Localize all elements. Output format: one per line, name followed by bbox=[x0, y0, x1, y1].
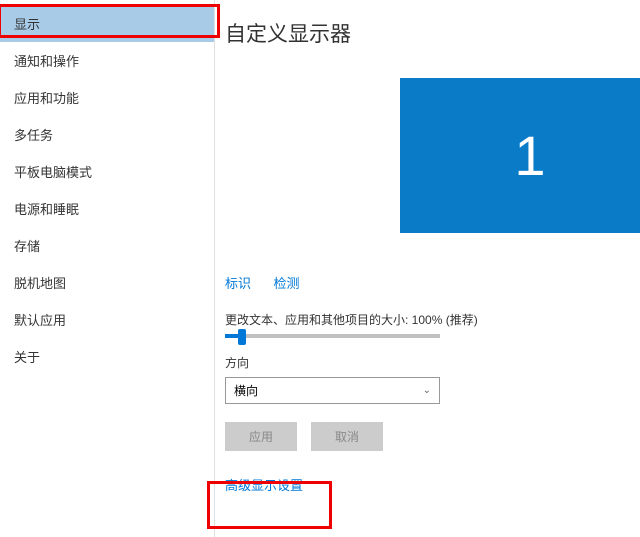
sidebar-item-label: 平板电脑模式 bbox=[14, 165, 92, 180]
sidebar-item-storage[interactable]: 存储 bbox=[0, 227, 214, 264]
sidebar-item-label: 关于 bbox=[14, 350, 40, 365]
sidebar-item-label: 多任务 bbox=[14, 128, 53, 143]
orientation-value: 横向 bbox=[234, 382, 258, 399]
sidebar-item-label: 显示 bbox=[14, 17, 40, 32]
sidebar-item-label: 通知和操作 bbox=[14, 54, 79, 69]
sidebar-item-power[interactable]: 电源和睡眠 bbox=[0, 190, 214, 227]
sidebar-item-default-apps[interactable]: 默认应用 bbox=[0, 301, 214, 338]
sidebar-item-label: 脱机地图 bbox=[14, 276, 66, 291]
sidebar-item-display[interactable]: 显示 bbox=[0, 5, 214, 42]
main-content: 自定义显示器 1 标识 检测 更改文本、应用和其他项目的大小: 100% (推荐… bbox=[215, 0, 640, 537]
identify-link[interactable]: 标识 bbox=[225, 276, 251, 291]
advanced-display-link[interactable]: 高级显示设置 bbox=[225, 475, 303, 494]
sidebar-item-label: 电源和睡眠 bbox=[14, 202, 79, 217]
sidebar-item-label: 应用和功能 bbox=[14, 91, 79, 106]
cancel-button[interactable]: 取消 bbox=[311, 422, 383, 451]
scaling-section: 更改文本、应用和其他项目的大小: 100% (推荐) bbox=[225, 311, 630, 338]
slider-thumb[interactable] bbox=[238, 329, 246, 345]
sidebar-item-notifications[interactable]: 通知和操作 bbox=[0, 42, 214, 79]
sidebar-item-about[interactable]: 关于 bbox=[0, 338, 214, 375]
apply-button[interactable]: 应用 bbox=[225, 422, 297, 451]
sidebar-item-label: 默认应用 bbox=[14, 313, 66, 328]
scaling-slider[interactable] bbox=[225, 334, 440, 338]
sidebar-item-apps[interactable]: 应用和功能 bbox=[0, 79, 214, 116]
sidebar-item-tablet[interactable]: 平板电脑模式 bbox=[0, 153, 214, 190]
page-title: 自定义显示器 bbox=[225, 18, 630, 48]
orientation-select[interactable]: 横向 ⌄ bbox=[225, 377, 440, 404]
sidebar-item-multitask[interactable]: 多任务 bbox=[0, 116, 214, 153]
orientation-section: 方向 横向 ⌄ bbox=[225, 354, 630, 404]
sidebar-item-offline-maps[interactable]: 脱机地图 bbox=[0, 264, 214, 301]
scaling-label: 更改文本、应用和其他项目的大小: 100% (推荐) bbox=[225, 311, 630, 328]
display-actions: 标识 检测 bbox=[225, 273, 630, 293]
chevron-down-icon: ⌄ bbox=[423, 385, 431, 396]
detect-link[interactable]: 检测 bbox=[273, 276, 299, 291]
sidebar-item-label: 存储 bbox=[14, 239, 40, 254]
action-buttons: 应用 取消 bbox=[225, 422, 630, 451]
orientation-label: 方向 bbox=[225, 354, 630, 371]
monitor-preview-1[interactable]: 1 bbox=[400, 78, 640, 233]
monitor-number: 1 bbox=[514, 123, 545, 188]
settings-sidebar: 显示 通知和操作 应用和功能 多任务 平板电脑模式 电源和睡眠 存储 脱机地图 … bbox=[0, 0, 215, 537]
